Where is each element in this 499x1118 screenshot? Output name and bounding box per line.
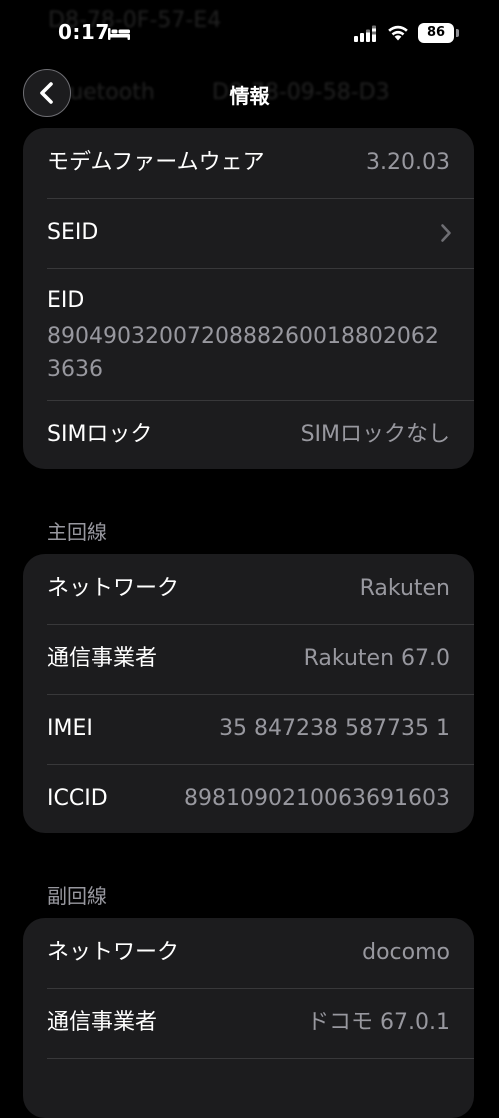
page-title: 情報 bbox=[229, 84, 270, 108]
bed-icon bbox=[108, 28, 130, 40]
primary-imei-label: IMEI bbox=[47, 716, 93, 741]
secondary-carrier-row: 通信事業者 ドコモ 67.0.1 bbox=[23, 988, 474, 1058]
sim-lock-row: SIMロック SIMロックなし bbox=[23, 400, 474, 469]
seid-label: SEID bbox=[47, 220, 99, 245]
status-time: 0:17 bbox=[58, 20, 110, 44]
secondary-network-row: ネットワーク docomo bbox=[23, 918, 474, 988]
primary-carrier-row: 通信事業者 Rakuten 67.0 bbox=[23, 624, 474, 694]
secondary-network-label: ネットワーク bbox=[47, 940, 180, 965]
primary-carrier-value: Rakuten 67.0 bbox=[303, 646, 450, 671]
primary-carrier-label: 通信事業者 bbox=[47, 646, 158, 671]
device-info-card: モデムファームウェア 3.20.03 SEID EID 890490320072… bbox=[23, 128, 474, 469]
secondary-next-row bbox=[23, 1058, 474, 1118]
secondary-network-value: docomo bbox=[362, 940, 450, 965]
primary-imei-value: 35 847238 587735 1 bbox=[219, 716, 450, 741]
modem-firmware-label: モデムファームウェア bbox=[47, 150, 265, 175]
modem-firmware-value: 3.20.03 bbox=[366, 150, 450, 175]
navigation-bar: 情報 bbox=[0, 62, 499, 128]
primary-network-row: ネットワーク Rakuten bbox=[23, 554, 474, 624]
primary-iccid-label: ICCID bbox=[47, 786, 108, 811]
battery-tip bbox=[456, 29, 459, 37]
secondary-carrier-value: ドコモ 67.0.1 bbox=[307, 1010, 450, 1035]
primary-line-card: ネットワーク Rakuten 通信事業者 Rakuten 67.0 IMEI 3… bbox=[23, 554, 474, 833]
secondary-carrier-label: 通信事業者 bbox=[47, 1010, 158, 1035]
modem-firmware-row: モデムファームウェア 3.20.03 bbox=[23, 128, 474, 198]
primary-line-header: 主回線 bbox=[47, 520, 107, 544]
primary-iccid-row: ICCID 8981090210063691603 bbox=[23, 764, 474, 833]
secondary-line-card: ネットワーク docomo 通信事業者 ドコモ 67.0.1 bbox=[23, 918, 474, 1118]
eid-label: EID bbox=[47, 288, 85, 313]
primary-network-value: Rakuten bbox=[359, 576, 450, 601]
secondary-line-header: 副回線 bbox=[47, 884, 107, 908]
primary-network-label: ネットワーク bbox=[47, 576, 180, 601]
primary-imei-row: IMEI 35 847238 587735 1 bbox=[23, 694, 474, 764]
status-bar: 0:17 86 bbox=[0, 0, 499, 62]
wifi-icon bbox=[388, 25, 408, 41]
eid-row: EID 89049032007208882600188020623636 bbox=[23, 268, 474, 400]
seid-row[interactable]: SEID bbox=[23, 198, 474, 268]
chevron-right-icon bbox=[441, 224, 451, 242]
sim-lock-value: SIMロックなし bbox=[300, 422, 450, 447]
cellular-signal-icon bbox=[354, 25, 376, 42]
eid-value: 89049032007208882600188020623636 bbox=[47, 324, 439, 382]
sim-lock-label: SIMロック bbox=[47, 422, 153, 447]
battery-icon: 86 bbox=[418, 23, 454, 43]
primary-iccid-value: 8981090210063691603 bbox=[184, 786, 450, 811]
